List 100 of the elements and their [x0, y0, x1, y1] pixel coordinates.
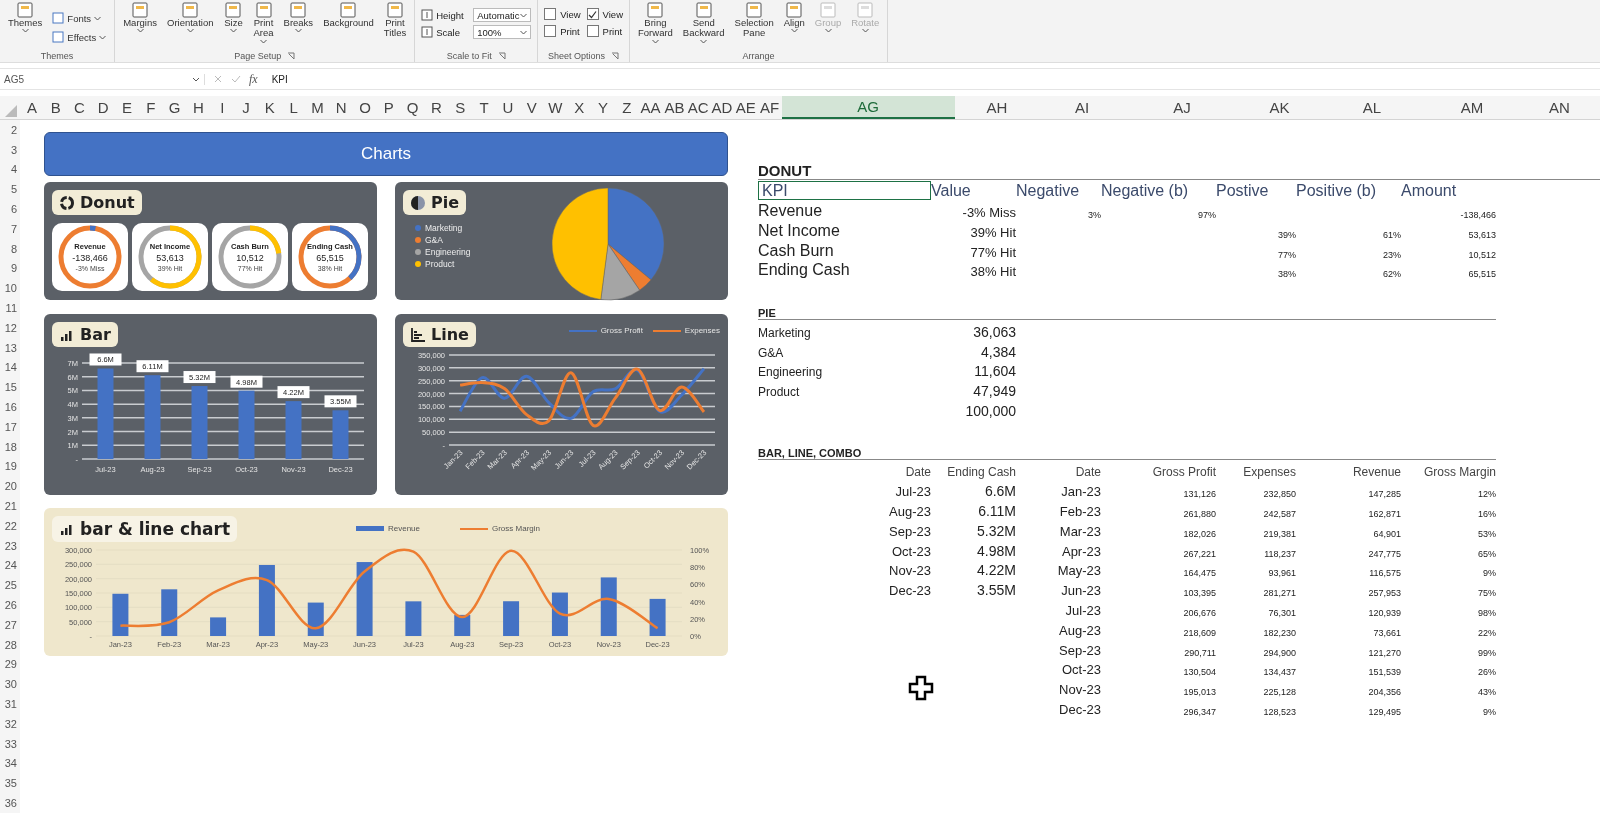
checkbox[interactable] — [586, 25, 599, 37]
row-header[interactable]: 28 — [0, 634, 20, 655]
row-header[interactable]: 9 — [0, 258, 20, 279]
checkbox[interactable] — [544, 8, 557, 20]
column-header[interactable]: Y — [591, 96, 615, 119]
column-header[interactable]: AC — [686, 96, 711, 119]
row-header[interactable]: 26 — [0, 595, 20, 615]
row-header[interactable]: 23 — [0, 535, 20, 556]
ribbon-button[interactable]: Print Area — [251, 2, 276, 44]
column-header[interactable]: H — [186, 96, 211, 119]
ribbon-button[interactable]: Orientation — [165, 2, 216, 34]
row-header[interactable]: 12 — [0, 317, 20, 338]
column-header[interactable]: AH — [954, 96, 1040, 119]
column-header[interactable]: P — [376, 96, 401, 119]
row-header[interactable]: 11 — [0, 298, 20, 318]
row-header[interactable]: 34 — [0, 753, 20, 774]
column-header[interactable]: F — [139, 96, 163, 119]
row-header[interactable]: 21 — [0, 496, 20, 516]
column-header[interactable]: AM — [1424, 96, 1520, 119]
column-header[interactable]: A — [20, 96, 44, 119]
column-header[interactable]: Z — [614, 96, 639, 119]
column-header[interactable]: L — [281, 96, 306, 119]
row-header[interactable]: 33 — [0, 733, 20, 754]
column-header[interactable]: C — [67, 96, 92, 119]
column-header[interactable]: U — [495, 96, 520, 119]
column-header[interactable]: AK — [1239, 96, 1320, 119]
column-header[interactable]: T — [472, 96, 496, 119]
column-header[interactable]: X — [567, 96, 592, 119]
column-header[interactable]: AJ — [1124, 96, 1240, 119]
column-header[interactable]: AG — [781, 96, 955, 119]
row-header[interactable]: 24 — [0, 555, 20, 576]
row-header[interactable]: 8 — [0, 238, 20, 259]
row-header[interactable]: 4 — [0, 159, 20, 180]
row-header[interactable]: 14 — [0, 357, 20, 378]
check-icon[interactable] — [231, 74, 241, 84]
ribbon-button[interactable]: Print Titles — [381, 2, 409, 39]
checkbox[interactable] — [544, 25, 557, 37]
ribbon-button[interactable]: Align — [781, 2, 807, 34]
column-header[interactable]: AA — [638, 96, 663, 119]
row-header[interactable]: 32 — [0, 713, 20, 734]
column-header[interactable]: K — [257, 96, 282, 119]
dialog-launcher-icon[interactable] — [497, 51, 506, 60]
column-header[interactable]: AL — [1319, 96, 1425, 119]
ribbon-button[interactable]: Background — [321, 2, 376, 29]
row-header[interactable]: 27 — [0, 614, 20, 635]
dropdown-field[interactable]: 100% — [473, 25, 532, 39]
insert-function-button[interactable]: fx — [249, 71, 258, 87]
column-header[interactable]: AI — [1039, 96, 1125, 119]
dialog-launcher-icon[interactable] — [611, 51, 620, 60]
dropdown-field[interactable]: Automatic — [473, 8, 532, 22]
row-header[interactable]: 2 — [0, 120, 20, 140]
column-header[interactable]: V — [519, 96, 544, 119]
column-header[interactable]: I — [210, 96, 235, 119]
column-header[interactable]: J — [234, 96, 258, 119]
column-header[interactable]: N — [329, 96, 354, 119]
row-header[interactable]: 16 — [0, 397, 20, 417]
row-header[interactable]: 31 — [0, 694, 20, 714]
ribbon-button[interactable]: Selection Pane — [732, 2, 776, 39]
row-header[interactable]: 6 — [0, 199, 20, 219]
row-header[interactable]: 15 — [0, 377, 20, 398]
row-header[interactable]: 35 — [0, 773, 20, 794]
row-header[interactable]: 3 — [0, 139, 20, 160]
column-header[interactable]: AF — [757, 96, 782, 119]
name-box[interactable]: AG5 — [0, 73, 205, 85]
column-header[interactable]: AN — [1519, 96, 1600, 119]
row-header[interactable]: 30 — [0, 674, 20, 695]
row-header[interactable]: 13 — [0, 337, 20, 358]
row-header[interactable]: 36 — [0, 793, 20, 813]
column-header[interactable]: M — [305, 96, 330, 119]
formula-field[interactable]: KPI — [265, 73, 1600, 85]
row-header[interactable]: 5 — [0, 179, 20, 200]
row-header[interactable]: 20 — [0, 476, 20, 497]
column-header[interactable]: S — [448, 96, 473, 119]
ribbon-button[interactable]: Breaks — [281, 2, 316, 34]
dialog-launcher-icon[interactable] — [287, 51, 296, 60]
row-header[interactable]: 7 — [0, 219, 20, 239]
ribbon-button[interactable]: Fonts — [50, 10, 109, 26]
row-header[interactable]: 29 — [0, 654, 20, 675]
row-header[interactable]: 18 — [0, 436, 20, 457]
ribbon-button[interactable]: Bring Forward — [636, 2, 675, 44]
ribbon-button[interactable]: Size — [221, 2, 246, 34]
column-header[interactable]: O — [353, 96, 377, 119]
column-header[interactable]: AD — [710, 96, 734, 119]
row-header[interactable]: 19 — [0, 456, 20, 477]
ribbon-button[interactable]: Effects — [50, 29, 109, 45]
checkbox[interactable] — [586, 8, 599, 20]
column-header[interactable]: G — [162, 96, 187, 119]
column-header[interactable]: E — [115, 96, 139, 119]
ribbon-button[interactable]: Themes — [6, 2, 45, 34]
column-header[interactable]: R — [424, 96, 449, 119]
row-header[interactable]: 25 — [0, 575, 20, 596]
row-header[interactable]: 10 — [0, 278, 20, 299]
column-header[interactable]: Q — [400, 96, 425, 119]
column-header[interactable]: D — [91, 96, 116, 119]
ribbon-button[interactable]: Send Backward — [680, 2, 727, 44]
column-header[interactable]: AE — [733, 96, 758, 119]
column-header[interactable]: W — [543, 96, 568, 119]
ribbon-button[interactable]: Margins — [121, 2, 159, 34]
column-header[interactable]: B — [43, 96, 68, 119]
row-header[interactable]: 22 — [0, 515, 20, 536]
